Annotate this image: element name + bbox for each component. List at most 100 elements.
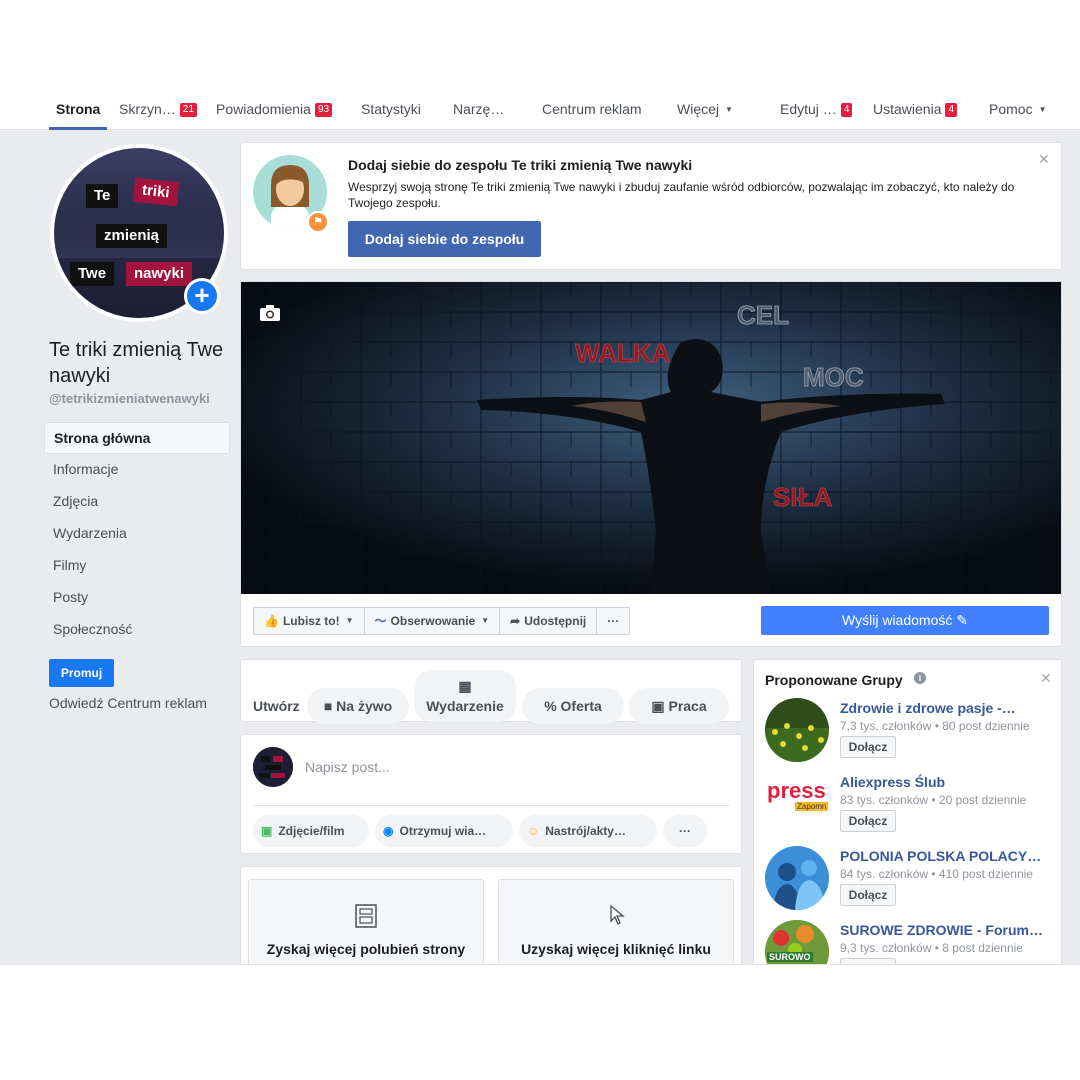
job-button[interactable]: ▣ Praca	[629, 688, 729, 724]
avatar-word: Twe	[70, 262, 115, 286]
caret-down-icon: ▼	[481, 616, 490, 625]
caret-down-icon: ▼	[725, 105, 733, 114]
cover-card: WALKA CEL MOC SIŁA 👍 Lubisz to! ▼ 〜 Obse…	[240, 281, 1062, 647]
group-meta: 84 tys. członków • 410 post dziennie	[840, 867, 1033, 881]
suggested-groups-card: Proponowane Grupy i ✕ Zdrowie i zdrowe p…	[753, 659, 1062, 984]
page-handle[interactable]: @tetrikizmieniatwenawyki	[49, 391, 210, 406]
leftnav-home[interactable]: Strona główna	[44, 422, 230, 454]
left-nav: Strona główna Informacje Zdjęcia Wydarze…	[44, 422, 230, 646]
visit-ads-center-link[interactable]: Odwiedź Centrum reklam	[49, 695, 207, 711]
add-self-to-team-button[interactable]: Dodaj siebie do zespołu	[348, 221, 541, 257]
tab-skrzynka[interactable]: Skrzyn… 21	[119, 88, 197, 130]
add-to-team-card: ⚑ Dodaj siebie do zespołu Te triki zmien…	[240, 142, 1062, 270]
photo-icon: ▣	[261, 824, 273, 838]
add-profile-photo-button[interactable]: +	[184, 278, 220, 314]
share-button[interactable]: ➦ Udostępnij	[500, 608, 598, 634]
promo-clicks-label: Uzyskaj więcej kliknięć linku	[521, 941, 711, 957]
more-composer-options-button[interactable]: ···	[663, 815, 707, 847]
close-icon[interactable]: ✕	[1040, 670, 1052, 687]
notifications-badge: 93	[314, 103, 333, 117]
group-image-text: SUROWO	[767, 952, 813, 962]
calendar-icon: ▦	[458, 678, 472, 694]
avatar-word: triki	[132, 177, 179, 207]
tab-ustawienia[interactable]: Ustawienia 4	[873, 88, 958, 130]
cover-word: CEL	[737, 300, 789, 330]
group-name-link[interactable]: POLONIA POLSKA POLACY…	[840, 848, 1050, 864]
inbox-badge: 21	[179, 103, 197, 117]
briefcase-icon: ▣	[651, 698, 665, 714]
flag-icon: ⚑	[307, 211, 329, 233]
leftnav-events[interactable]: Wydarzenia	[44, 518, 230, 550]
tab-strona[interactable]: Strona	[48, 88, 108, 130]
group-image[interactable]	[765, 698, 829, 762]
group-meta: 7,3 tys. członków • 80 post dziennie	[840, 719, 1030, 733]
event-button[interactable]: ▦ Wydarzenie	[414, 670, 516, 722]
page-actions-bar: 👍 Lubisz to! ▼ 〜 Obserwowanie ▼ ➦ Udostę…	[253, 607, 631, 635]
group-image[interactable]: press Zapomn	[765, 772, 829, 836]
group-item: press Zapomn Aliexpress Ślub 83 tys. czł…	[765, 772, 1055, 838]
tab-statystyki[interactable]: Statystyki	[361, 88, 421, 130]
cover-word: WALKA	[575, 338, 671, 368]
leftnav-videos[interactable]: Filmy	[44, 550, 230, 582]
create-card: Utwórz ■ Na żywo ▦ Wydarzenie % Oferta ▣…	[240, 659, 742, 724]
group-name-link[interactable]: SUROWE ZDROWIE - Forum…	[840, 922, 1050, 938]
like-button[interactable]: 👍 Lubisz to! ▼	[254, 608, 365, 634]
page-name: Te triki zmienią Twe nawyki	[49, 339, 224, 387]
percent-icon: %	[544, 698, 557, 714]
page-layout-icon	[355, 904, 377, 933]
group-item: Zdrowie i zdrowe pasje -… 7,3 tys. człon…	[765, 698, 1055, 764]
caret-down-icon: ▼	[345, 616, 354, 625]
join-group-button[interactable]: Dołącz	[840, 884, 896, 906]
send-message-button[interactable]: Wyślij wiadomość ✎	[761, 606, 1049, 635]
group-image[interactable]	[765, 846, 829, 910]
join-group-button[interactable]: Dołącz	[840, 736, 896, 758]
screenshot-bottom-blank	[0, 964, 1080, 1080]
leftnav-photos[interactable]: Zdjęcia	[44, 486, 230, 518]
get-messages-button[interactable]: ◉ Otrzymuj wia…	[375, 815, 513, 847]
pencil-icon: ✎	[956, 612, 968, 628]
page-top-nav: Strona Skrzyn… 21 Powiadomienia 93 Statyst…	[0, 88, 1080, 130]
messenger-icon: ◉	[383, 824, 394, 838]
promote-button[interactable]: Promuj	[49, 659, 114, 687]
group-name-link[interactable]: Zdrowie i zdrowe pasje -…	[840, 700, 1050, 716]
tab-pomoc[interactable]: Pomoc ▼	[989, 88, 1047, 130]
tab-narzedzia[interactable]: Narzę…	[453, 88, 504, 130]
group-image-subtext: Zapomn	[795, 802, 829, 811]
tab-wiecej[interactable]: Więcej ▼	[677, 88, 733, 130]
groups-title: Proponowane Grupy	[765, 672, 903, 688]
promotion-card: Zyskaj więcej polubień strony Uzyskaj wi…	[240, 866, 742, 979]
thumbs-up-icon: 👍	[264, 614, 279, 628]
rss-icon: 〜	[374, 614, 387, 628]
avatar-word: Te	[86, 184, 119, 208]
more-options-button[interactable]: ···	[597, 608, 629, 634]
video-camera-icon: ■	[323, 698, 333, 714]
post-input[interactable]: Napisz post...	[305, 759, 390, 775]
camera-icon[interactable]	[259, 304, 281, 327]
cover-photo[interactable]: WALKA CEL MOC SIŁA	[241, 282, 1061, 594]
tab-centrum-reklam[interactable]: Centrum reklam	[542, 88, 642, 130]
group-item: POLONIA POLSKA POLACY… 84 tys. członków …	[765, 846, 1055, 912]
join-group-button[interactable]: Dołącz	[840, 810, 896, 832]
caret-down-icon: ▼	[1038, 105, 1047, 114]
group-name-link[interactable]: Aliexpress Ślub	[840, 774, 1050, 790]
tab-edytuj[interactable]: Edytuj … 4	[780, 88, 853, 130]
edit-badge: 4	[840, 103, 853, 117]
cover-word: SIŁA	[773, 482, 832, 512]
close-icon[interactable]: ✕	[1038, 151, 1050, 168]
leftnav-info[interactable]: Informacje	[44, 454, 230, 486]
tab-powiadomienia[interactable]: Powiadomienia 93	[216, 88, 333, 130]
leftnav-community[interactable]: Społeczność	[44, 614, 230, 646]
post-composer: Napisz post... ▣ Zdjęcie/film ◉ Otrzymuj w…	[240, 734, 742, 854]
group-image-text: press	[767, 778, 826, 803]
team-card-description: Wesprzyj swoją stronę Te triki zmienią T…	[348, 180, 1015, 210]
feeling-activity-button[interactable]: ☺ Nastrój/akty…	[519, 815, 657, 847]
photo-video-button[interactable]: ▣ Zdjęcie/film	[253, 815, 369, 847]
live-button[interactable]: ■ Na żywo	[307, 688, 409, 724]
leftnav-posts[interactable]: Posty	[44, 582, 230, 614]
team-card-title: Dodaj siebie do zespołu Te triki zmienią…	[348, 157, 693, 173]
group-meta: 83 tys. członków • 20 post dziennie	[840, 793, 1027, 807]
avatar-word: zmienią	[96, 224, 168, 248]
offer-button[interactable]: % Oferta	[522, 688, 624, 724]
info-icon[interactable]: i	[914, 672, 926, 684]
follow-button[interactable]: 〜 Obserwowanie ▼	[365, 608, 501, 634]
